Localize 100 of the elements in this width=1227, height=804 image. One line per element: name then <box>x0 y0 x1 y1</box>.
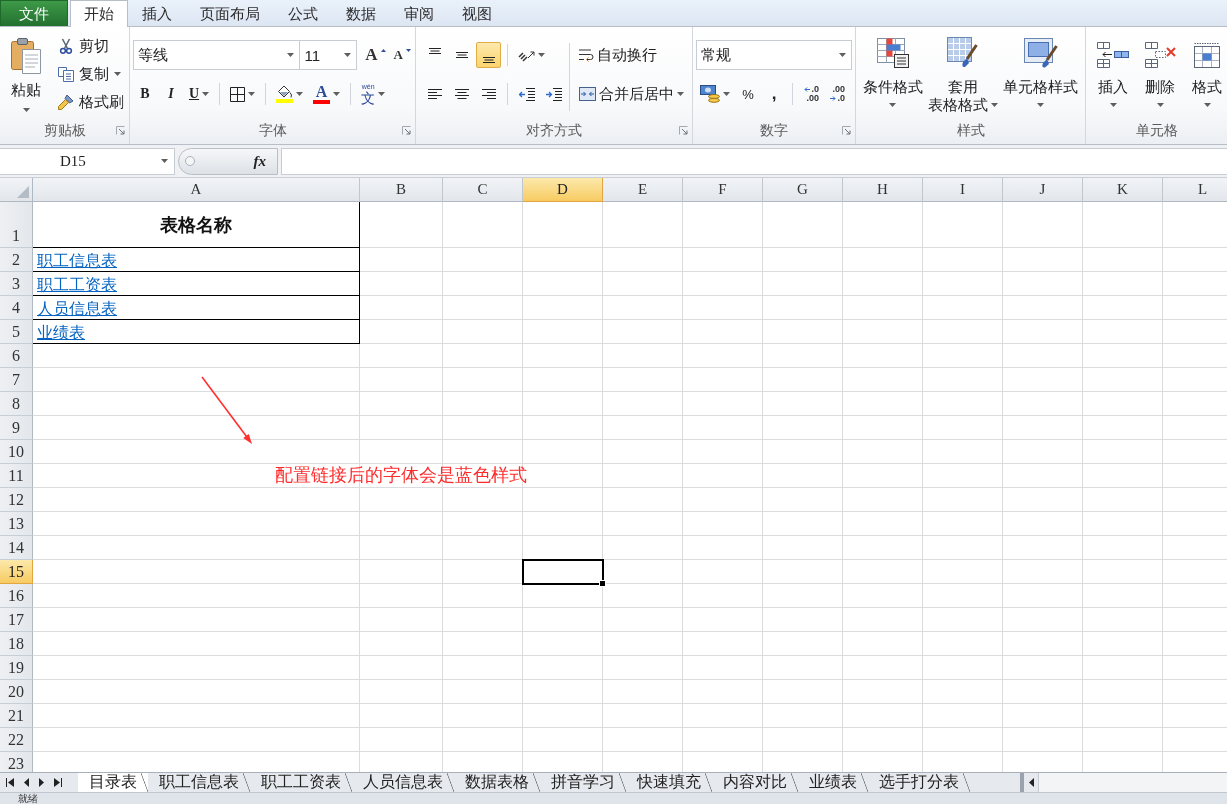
row-header[interactable]: 19 <box>0 656 33 680</box>
row-header[interactable]: 21 <box>0 704 33 728</box>
cell-styles-button[interactable]: 单元格样式 <box>1002 33 1080 120</box>
row-header[interactable]: 15 <box>0 560 33 584</box>
sheet-tab[interactable]: 内容对比 <box>712 773 798 792</box>
column-header[interactable]: B <box>360 178 443 202</box>
sheet-tab[interactable]: 业绩表 <box>798 773 868 792</box>
insert-function-button[interactable]: fx <box>250 151 269 171</box>
row-header[interactable]: 16 <box>0 584 33 608</box>
row-header[interactable]: 3 <box>0 272 33 296</box>
ribbon-tab[interactable]: 开始 <box>70 0 128 27</box>
sheet-tab[interactable]: 选手打分表 <box>868 773 970 792</box>
row-header[interactable]: 22 <box>0 728 33 752</box>
sheet-tab[interactable]: 快速填充 <box>626 773 712 792</box>
row-header[interactable]: 7 <box>0 368 33 392</box>
italic-button[interactable]: I <box>159 81 183 107</box>
number-format-dropdown[interactable]: 常规 <box>696 40 852 70</box>
row-header[interactable]: 2 <box>0 248 33 272</box>
format-button[interactable]: 格式 <box>1187 33 1227 120</box>
column-header[interactable]: I <box>923 178 1003 202</box>
increase-decimal-button[interactable]: .0 .00 <box>799 81 823 107</box>
hyperlink[interactable]: 人员信息表 <box>37 299 117 318</box>
align-bottom-button[interactable] <box>476 42 501 68</box>
row-header[interactable]: 14 <box>0 536 33 560</box>
hyperlink[interactable]: 职工工资表 <box>37 275 117 294</box>
bold-button[interactable]: B <box>133 81 157 107</box>
column-header[interactable]: L <box>1163 178 1227 202</box>
ribbon-tab[interactable]: 数据 <box>332 0 390 26</box>
copy-button[interactable]: 复制 <box>54 62 128 86</box>
font-color-button[interactable]: A <box>309 81 345 107</box>
skip-right-icon[interactable] <box>54 778 62 787</box>
ribbon-tab[interactable]: 文件 <box>0 0 68 26</box>
column-header[interactable]: G <box>763 178 843 202</box>
row-header[interactable]: 4 <box>0 296 33 320</box>
triangle-left-icon[interactable] <box>24 778 29 787</box>
row-header[interactable]: 23 <box>0 752 33 772</box>
row-header[interactable]: 11 <box>0 464 33 488</box>
dialog-launcher-icon[interactable] <box>402 126 411 135</box>
row-header[interactable]: 5 <box>0 320 33 344</box>
active-cell[interactable] <box>523 560 603 584</box>
scissors-icon <box>58 38 74 54</box>
paste-button[interactable]: 粘贴 <box>4 33 48 120</box>
row-header[interactable]: 20 <box>0 680 33 704</box>
shrink-font-button[interactable]: A <box>389 42 415 68</box>
ribbon-tab[interactable]: 公式 <box>274 0 332 26</box>
formula-input-field[interactable] <box>281 147 1227 175</box>
row-header[interactable]: 8 <box>0 392 33 416</box>
column-header[interactable]: J <box>1003 178 1083 202</box>
sheet-tab[interactable]: 职工工资表 <box>250 773 352 792</box>
underline-button[interactable]: U <box>185 81 214 107</box>
ribbon-tab[interactable]: 插入 <box>128 0 186 26</box>
dialog-launcher-icon[interactable] <box>116 126 125 135</box>
column-header[interactable]: A <box>33 178 360 202</box>
dialog-launcher-icon[interactable] <box>679 126 688 135</box>
decrease-decimal-button[interactable]: .00 .0 <box>825 81 849 107</box>
sheet-tab[interactable]: 数据表格 <box>454 773 540 792</box>
sheet-tab[interactable]: 目录表 <box>78 773 148 792</box>
ribbon-tab[interactable]: 页面布局 <box>186 0 274 26</box>
percent-style-button[interactable]: % <box>736 81 760 107</box>
column-header[interactable]: F <box>683 178 763 202</box>
wrap-text-button[interactable]: 自动换行 <box>575 42 661 68</box>
font-name-dropdown[interactable]: 等线 <box>133 40 301 70</box>
row-header[interactable]: 13 <box>0 512 33 536</box>
cut-button[interactable]: 剪切 <box>54 34 128 58</box>
row-header[interactable]: 18 <box>0 632 33 656</box>
comma-style-button[interactable]: , <box>762 81 786 107</box>
sheet-tab[interactable]: 人员信息表 <box>352 773 454 792</box>
column-header[interactable]: K <box>1083 178 1163 202</box>
dialog-launcher-icon[interactable] <box>842 126 851 135</box>
row-header[interactable]: 12 <box>0 488 33 512</box>
insert-button[interactable]: 插入 <box>1093 33 1133 120</box>
horizontal-scrollbar[interactable] <box>1038 773 1227 792</box>
column-header[interactable]: C <box>443 178 523 202</box>
merge-center-button[interactable]: 合并后居中 <box>575 81 688 107</box>
row-header[interactable]: 1 <box>0 202 33 248</box>
sheet-tab[interactable]: 职工信息表 <box>148 773 250 792</box>
conditional-formatting-button[interactable]: 条件格式 <box>861 33 924 120</box>
row-header[interactable]: 10 <box>0 440 33 464</box>
triangle-right-icon[interactable] <box>39 778 44 787</box>
sheet-tab[interactable]: 拼音学习 <box>540 773 626 792</box>
hyperlink[interactable]: 职工信息表 <box>37 251 117 270</box>
row-header[interactable]: 9 <box>0 416 33 440</box>
name-box[interactable]: D15 <box>0 147 175 175</box>
row-header[interactable]: 17 <box>0 608 33 632</box>
font-size-dropdown[interactable]: 11 <box>300 40 358 70</box>
grow-font-button[interactable]: A <box>361 42 390 68</box>
format-as-table-button[interactable]: 套用 表格格式 <box>927 33 999 120</box>
triangle-left-icon[interactable] <box>1028 778 1034 787</box>
format-painter-button[interactable]: 格式刷 <box>54 90 128 114</box>
row-header[interactable]: 6 <box>0 344 33 368</box>
skip-left-icon[interactable] <box>6 778 14 787</box>
delete-button[interactable]: 删除 <box>1140 33 1180 120</box>
highlighted-grid-icon <box>876 38 909 68</box>
ribbon-tab[interactable]: 审阅 <box>390 0 448 26</box>
column-header[interactable]: H <box>843 178 923 202</box>
hyperlink[interactable]: 业绩表 <box>37 323 85 342</box>
ribbon-tab[interactable]: 视图 <box>448 0 506 26</box>
splitter-handle-icon[interactable] <box>185 156 195 166</box>
column-header[interactable]: D <box>523 178 603 202</box>
column-header[interactable]: E <box>603 178 683 202</box>
